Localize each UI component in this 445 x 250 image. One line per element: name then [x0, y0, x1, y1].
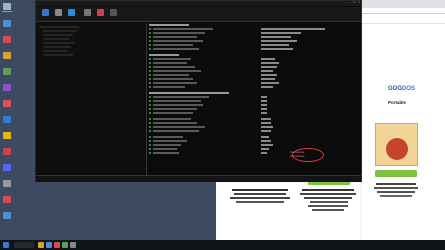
toolbar-button-tools[interactable] — [82, 9, 93, 17]
app-icon — [3, 20, 11, 27]
taskbar-app-icon[interactable] — [54, 242, 60, 248]
start-icon[interactable] — [3, 242, 9, 248]
desktop-icon[interactable] — [2, 148, 12, 155]
buy-button[interactable] — [375, 170, 417, 177]
toolbar-button-monitor[interactable] — [66, 9, 77, 17]
search-box[interactable] — [14, 242, 34, 248]
desktop-icon[interactable] — [2, 84, 12, 91]
app-icon — [3, 84, 11, 91]
pane-splitter[interactable] — [146, 23, 147, 175]
app-icon — [3, 196, 11, 203]
app-icon — [3, 68, 11, 75]
detail-pane — [148, 23, 361, 175]
desktop-icon[interactable] — [2, 116, 12, 123]
browser-tab-strip[interactable] — [362, 0, 445, 8]
minimize-icon[interactable]: – — [349, 1, 351, 4]
compare-icon — [55, 9, 62, 16]
toolbar — [36, 7, 361, 22]
tools-icon — [84, 9, 91, 16]
window-title-bar[interactable] — [36, 1, 361, 6]
desktop-icon[interactable] — [2, 52, 12, 59]
section-header — [149, 54, 179, 56]
app-icon — [3, 36, 11, 43]
app-icon — [3, 100, 11, 107]
settings-icon — [110, 9, 117, 16]
page-main-panel — [216, 183, 360, 240]
desktop-icon[interactable] — [2, 68, 12, 75]
desktop: Recycle Bin GOGDOS Portable – □ × Not At… — [0, 0, 445, 250]
favorites-icon — [97, 9, 104, 16]
brand-logo: GOGDOS — [388, 86, 416, 92]
highlighted-value-2: Not Attached — [290, 155, 305, 158]
window-controls: – □ × — [349, 1, 360, 4]
taskbar-app-icon[interactable] — [62, 242, 68, 248]
taskbar — [0, 240, 445, 250]
status-bar — [36, 175, 361, 182]
app-icon — [3, 212, 11, 219]
close-icon[interactable]: × — [358, 1, 360, 4]
product-title: Portable — [388, 100, 407, 105]
app-icon — [3, 148, 11, 155]
taskbar-app-icon[interactable] — [38, 242, 44, 248]
app-icon — [3, 52, 11, 59]
taskbar-app-icon[interactable] — [46, 242, 52, 248]
app-icon — [3, 164, 11, 171]
app-icon — [3, 132, 11, 139]
desktop-icon[interactable] — [2, 212, 12, 219]
section-header — [149, 92, 229, 94]
taskbar-app-icon[interactable] — [70, 242, 76, 248]
site-nav-bar — [362, 14, 445, 24]
toolbar-button-compare[interactable] — [53, 9, 64, 17]
desktop-icon[interactable] — [2, 36, 12, 43]
toolbar-button-settings[interactable] — [108, 9, 119, 17]
desktop-icon[interactable] — [2, 100, 12, 107]
app-icon — [3, 180, 11, 187]
desktop-icon-recycle-bin[interactable]: Recycle Bin — [2, 3, 12, 13]
desktop-icon[interactable] — [2, 20, 12, 27]
toolbar-button-report[interactable] — [40, 9, 51, 17]
monitor-icon — [68, 9, 75, 16]
recycle-bin-icon — [3, 3, 11, 10]
desktop-icon[interactable] — [2, 132, 12, 139]
navigation-tree[interactable] — [37, 23, 145, 173]
report-icon — [42, 9, 49, 16]
toolbar-button-favorites[interactable] — [95, 9, 106, 17]
desktop-icon[interactable] — [2, 180, 12, 187]
app-icon — [3, 116, 11, 123]
section-header — [149, 24, 189, 26]
desktop-icon[interactable] — [2, 196, 12, 203]
maximize-icon[interactable]: □ — [353, 1, 355, 4]
desktop-icon[interactable] — [2, 164, 12, 171]
box-art-illustration — [386, 138, 408, 160]
system-info-window: – □ × Not Attached Not Attached — [35, 0, 362, 182]
